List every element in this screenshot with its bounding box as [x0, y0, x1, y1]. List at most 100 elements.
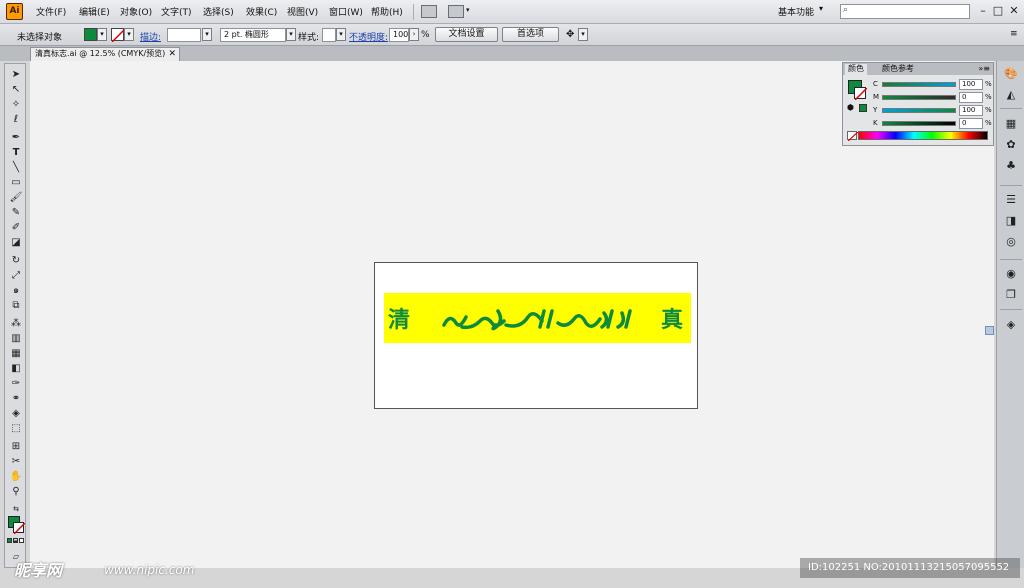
warp-tool-icon[interactable]: ๑	[8, 284, 24, 298]
pencil-tool-icon[interactable]: ✎	[8, 206, 24, 220]
line-tool-icon[interactable]: ╲	[8, 161, 24, 175]
isolate-icon[interactable]: ✥	[566, 29, 574, 40]
bridge-icon[interactable]	[421, 5, 437, 18]
artboard[interactable]: 清 真	[374, 262, 698, 409]
mesh-tool-icon[interactable]: ▦	[8, 347, 24, 361]
pen-tool-icon[interactable]: ✒	[8, 131, 24, 145]
menu-effect[interactable]: 效果(C)	[246, 5, 277, 18]
menu-select[interactable]: 选择(S)	[203, 5, 234, 18]
eyedropper-tool-icon[interactable]: ✑	[8, 377, 24, 391]
menu-type[interactable]: 文字(T)	[161, 5, 192, 18]
color-spectrum-bar[interactable]	[858, 131, 988, 140]
live-paint-tool-icon[interactable]: ◈	[8, 407, 24, 421]
opacity-link[interactable]: 不透明度:	[349, 30, 388, 43]
menu-file[interactable]: 文件(F)	[36, 5, 66, 18]
stroke-weight-dropdown[interactable]: ▾	[202, 28, 212, 41]
slider-value[interactable]: 100	[959, 105, 983, 116]
slider-track[interactable]	[882, 82, 956, 87]
menu-edit[interactable]: 编辑(E)	[79, 5, 110, 18]
paintbrush-tool-icon[interactable]: 🖌	[8, 191, 24, 205]
fill-dropdown[interactable]: ▾	[97, 28, 107, 41]
document-setup-button[interactable]: 文档设置	[435, 27, 498, 42]
menu-object[interactable]: 对象(O)	[120, 5, 152, 18]
style-swatch[interactable]	[322, 28, 336, 42]
stroke-link[interactable]: 描边:	[140, 30, 161, 43]
tab-color[interactable]: 颜色	[845, 64, 867, 75]
slider-value[interactable]: 0	[959, 92, 983, 103]
layers-panel-icon[interactable]: ◈	[1002, 317, 1020, 333]
minimize-button[interactable]: –	[976, 4, 990, 18]
column-graph-tool-icon[interactable]: ▥	[8, 332, 24, 346]
slider-cyan[interactable]: C 100 %	[873, 79, 992, 91]
live-paint-selection-tool-icon[interactable]: ⬚	[8, 422, 24, 436]
selection-tool-icon[interactable]: ➤	[8, 68, 24, 82]
symbol-sprayer-tool-icon[interactable]: ⁂	[8, 317, 24, 331]
arrange-documents-icon[interactable]	[448, 5, 464, 18]
search-input[interactable]	[840, 4, 970, 19]
gradient-panel-icon[interactable]: ◨	[1002, 213, 1020, 229]
slider-black[interactable]: K 0 %	[873, 118, 992, 130]
slider-value[interactable]: 100	[959, 79, 983, 90]
chevron-down-icon[interactable]: ▾	[819, 4, 823, 13]
slider-magenta[interactable]: M 0 %	[873, 92, 992, 104]
fill-color-swatch[interactable]	[84, 28, 97, 41]
appearance-panel-icon[interactable]: ◉	[1002, 266, 1020, 282]
swatches-icon[interactable]: ▦	[1002, 116, 1020, 132]
slice-tool-icon[interactable]: ✂	[8, 455, 24, 469]
style-dropdown[interactable]: ▾	[336, 28, 346, 41]
menu-window[interactable]: 窗口(W)	[329, 5, 363, 18]
slider-track[interactable]	[882, 108, 956, 113]
gradient-mode-icon[interactable]	[13, 538, 18, 543]
magic-wand-tool-icon[interactable]: ✧	[8, 98, 24, 112]
graphic-styles-icon[interactable]: ❐	[1002, 287, 1020, 303]
close-icon[interactable]: ✕	[168, 48, 176, 60]
opacity-field[interactable]: 100	[389, 28, 409, 42]
slider-yellow[interactable]: Y 100 %	[873, 105, 992, 117]
options-dropdown[interactable]: ▾	[578, 28, 588, 41]
lasso-tool-icon[interactable]: ℓ	[8, 113, 24, 127]
none-color-box[interactable]	[847, 131, 859, 142]
swap-colors-icon[interactable]: ⇆	[8, 502, 24, 516]
brush-definition[interactable]: 2 pt. 椭圆形	[220, 28, 286, 42]
preferences-button[interactable]: 首选项	[502, 27, 559, 42]
eraser-tool-icon[interactable]: ◪	[8, 236, 24, 250]
menu-help[interactable]: 帮助(H)	[371, 5, 403, 18]
type-tool-icon[interactable]: T	[8, 146, 24, 160]
brush-dropdown[interactable]: ▾	[286, 28, 296, 41]
rotate-tool-icon[interactable]: ↻	[8, 254, 24, 268]
gamut-color-swatch[interactable]	[859, 104, 867, 112]
panel-menu-icon[interactable]: »≡	[978, 64, 990, 73]
artboard-tool-icon[interactable]: ⊞	[8, 440, 24, 454]
rectangle-tool-icon[interactable]: ▭	[8, 176, 24, 190]
gradient-tool-icon[interactable]: ◧	[8, 362, 24, 376]
brushes-icon[interactable]: ✿	[1002, 137, 1020, 153]
symbols-icon[interactable]: ♣	[1002, 158, 1020, 174]
color-guide-icon[interactable]: ◭	[1002, 87, 1020, 103]
color-panel-icon[interactable]: 🎨	[1002, 66, 1020, 82]
slider-track[interactable]	[882, 121, 956, 126]
stroke-dropdown[interactable]: ▾	[124, 28, 134, 41]
opacity-dropdown[interactable]: ›	[409, 28, 419, 41]
document-tab[interactable]: 清真标志.ai @ 12.5% (CMYK/预览) ✕	[30, 47, 180, 61]
stroke-weight-field[interactable]	[167, 28, 201, 42]
color-mode-icon[interactable]	[7, 538, 12, 543]
panel-stroke-swatch[interactable]	[854, 87, 868, 101]
stroke-panel-icon[interactable]: ☰	[1002, 192, 1020, 208]
workspace-switcher[interactable]: 基本功能	[778, 5, 814, 18]
direct-selection-tool-icon[interactable]: ↖	[8, 83, 24, 97]
chevron-down-icon[interactable]: ▾	[466, 6, 470, 14]
panel-menu-icon[interactable]: ≡	[1010, 29, 1018, 39]
blob-brush-tool-icon[interactable]: ✐	[8, 221, 24, 235]
none-mode-icon[interactable]	[19, 538, 24, 543]
stroke-color-swatch[interactable]	[111, 28, 126, 43]
tab-color-guide[interactable]: 颜色参考	[879, 64, 917, 75]
scale-tool-icon[interactable]: ⤢	[8, 269, 24, 283]
blend-tool-icon[interactable]: ⚭	[8, 392, 24, 406]
out-of-gamut-icon[interactable]: ⬢	[847, 103, 854, 112]
maximize-button[interactable]: □	[991, 4, 1005, 18]
hand-tool-icon[interactable]: ✋	[8, 470, 24, 484]
transparency-panel-icon[interactable]: ◎	[1002, 234, 1020, 250]
toolbox-stroke-swatch[interactable]	[13, 522, 26, 535]
slider-value[interactable]: 0	[959, 118, 983, 129]
zoom-tool-icon[interactable]: ⚲	[8, 485, 24, 499]
